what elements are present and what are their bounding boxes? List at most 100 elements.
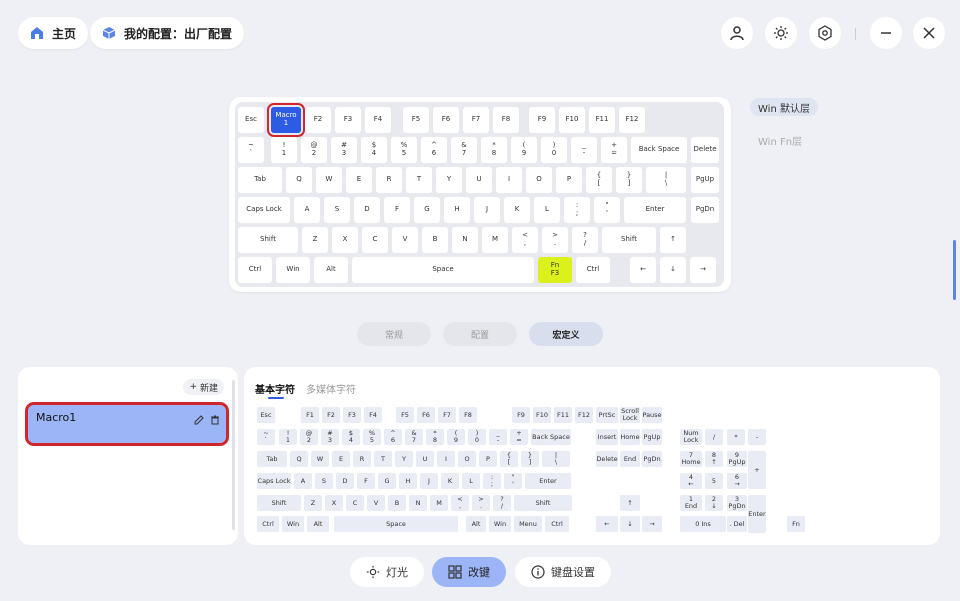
char-key[interactable]: ) 0 — [468, 429, 486, 445]
char-key[interactable]: D — [336, 473, 354, 489]
char-key[interactable]: Scroll Lock — [620, 407, 640, 423]
char-key[interactable]: J — [420, 473, 438, 489]
minimize-icon[interactable] — [870, 17, 902, 49]
char-key[interactable]: % 5 — [363, 429, 381, 445]
top-key[interactable]: (9 — [511, 137, 537, 163]
top-key[interactable]: F4 — [365, 107, 391, 133]
top-key[interactable]: ← — [630, 257, 656, 283]
char-key[interactable]: F8 — [459, 407, 477, 423]
char-key[interactable]: F2 — [322, 407, 340, 423]
top-key[interactable]: ↓ — [660, 257, 686, 283]
char-key[interactable]: * 8 — [426, 429, 444, 445]
char-key[interactable]: 8 ↑ — [705, 451, 723, 467]
char-key[interactable]: H — [399, 473, 417, 489]
top-key[interactable]: F8 — [493, 107, 519, 133]
layer-fn-button[interactable]: Win Fn层 — [750, 131, 810, 149]
tab-general[interactable]: 常规 — [357, 322, 431, 346]
top-key[interactable]: N — [452, 227, 478, 253]
top-key[interactable]: Caps Lock — [238, 197, 290, 223]
top-key[interactable]: & 7 — [451, 137, 477, 163]
top-key[interactable]: F9 — [529, 107, 555, 133]
char-key[interactable]: :; — [483, 473, 501, 489]
top-key[interactable]: :; — [564, 197, 590, 223]
tab-media-chars[interactable]: 多媒体字符 — [306, 381, 356, 396]
top-key[interactable]: K — [504, 197, 530, 223]
top-key[interactable]: D — [354, 197, 380, 223]
char-key[interactable]: Caps Lock — [257, 473, 291, 489]
char-key[interactable]: 3 PgDn — [727, 495, 747, 511]
top-key[interactable]: _ - — [571, 137, 597, 163]
top-key[interactable]: Shift — [602, 227, 656, 253]
char-key[interactable]: ↓ — [620, 516, 640, 532]
char-key[interactable]: Z — [304, 495, 322, 511]
top-key[interactable]: ! 1 — [271, 137, 297, 163]
char-key[interactable]: " ' — [504, 473, 522, 489]
char-key[interactable]: {[ — [500, 451, 518, 467]
top-key[interactable]: J — [474, 197, 500, 223]
char-key[interactable]: / — [705, 429, 723, 445]
top-key[interactable]: F6 — [433, 107, 459, 133]
new-macro-button[interactable]: + 新建 — [183, 379, 224, 395]
char-key[interactable]: F3 — [343, 407, 361, 423]
char-key[interactable]: _ - — [489, 429, 507, 445]
top-key[interactable]: " ' — [594, 197, 620, 223]
char-key[interactable]: | \ — [542, 451, 570, 467]
char-key[interactable]: C — [346, 495, 364, 511]
char-key[interactable]: G — [378, 473, 396, 489]
top-key[interactable]: % 5 — [391, 137, 417, 163]
layer-default-button[interactable]: Win 默认层 — [750, 98, 818, 116]
char-key[interactable]: Menu — [514, 516, 542, 532]
char-key[interactable]: B — [388, 495, 406, 511]
nav-light-button[interactable]: 灯光 — [350, 557, 424, 587]
char-key[interactable]: PrtSc — [596, 407, 618, 423]
top-key[interactable]: Fn F3 — [538, 257, 572, 283]
top-key[interactable]: S — [324, 197, 350, 223]
char-key[interactable]: F11 — [554, 407, 572, 423]
top-key[interactable]: ~ ` — [238, 137, 264, 163]
top-key[interactable]: | \ — [646, 167, 686, 193]
char-key[interactable]: F12 — [575, 407, 593, 423]
char-key[interactable]: F5 — [396, 407, 414, 423]
char-key[interactable]: Num Lock — [680, 429, 702, 445]
top-key[interactable]: * 8 — [481, 137, 507, 163]
top-key[interactable]: Z — [302, 227, 328, 253]
top-key[interactable]: ^ 6 — [421, 137, 447, 163]
char-key[interactable]: P — [479, 451, 497, 467]
char-key[interactable]: K — [441, 473, 459, 489]
char-key[interactable]: S — [315, 473, 333, 489]
char-key[interactable]: F7 — [438, 407, 456, 423]
nav-remap-button[interactable]: 改键 — [432, 557, 506, 587]
char-key[interactable]: #3 — [321, 429, 339, 445]
char-key[interactable]: . Del — [727, 516, 747, 532]
char-key[interactable]: @2 — [300, 429, 318, 445]
top-key[interactable]: ? / — [572, 227, 598, 253]
char-key[interactable]: F9 — [512, 407, 530, 423]
top-key[interactable]: Space — [352, 257, 534, 283]
char-key[interactable]: Home — [620, 429, 640, 445]
tab-basic-chars[interactable]: 基本字符 — [255, 381, 295, 396]
top-key[interactable]: {[ — [586, 167, 612, 193]
top-key[interactable]: Ctrl — [576, 257, 610, 283]
char-key[interactable]: 4 ← — [680, 473, 702, 489]
top-key[interactable]: R — [376, 167, 402, 193]
char-key[interactable]: I — [437, 451, 455, 467]
top-key[interactable]: Enter — [624, 197, 686, 223]
char-key[interactable]: L — [462, 473, 480, 489]
char-key[interactable]: 2 ↓ — [705, 495, 723, 511]
char-key[interactable]: Ctrl — [545, 516, 569, 532]
top-key[interactable]: → — [690, 257, 716, 283]
top-key[interactable]: T — [406, 167, 432, 193]
char-key[interactable]: }] — [521, 451, 539, 467]
top-key[interactable]: $4 — [361, 137, 387, 163]
char-key[interactable]: N — [409, 495, 427, 511]
char-key[interactable]: Y — [395, 451, 413, 467]
top-key[interactable]: Macro 1 — [267, 103, 305, 137]
top-key[interactable]: L — [534, 197, 560, 223]
top-key[interactable]: Win — [276, 257, 310, 283]
tab-config[interactable]: 配置 — [443, 322, 517, 346]
top-key[interactable]: Back Space — [631, 137, 687, 163]
window-scrollbar[interactable] — [953, 240, 956, 300]
char-key[interactable]: F6 — [417, 407, 435, 423]
char-key[interactable]: ← — [596, 516, 618, 532]
top-key[interactable]: H — [444, 197, 470, 223]
